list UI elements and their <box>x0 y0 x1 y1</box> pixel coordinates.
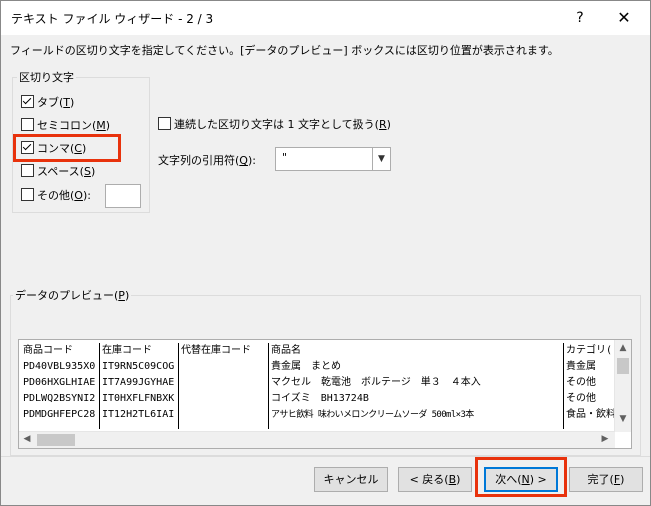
preview-cell: コイズミ BH13724B <box>271 393 369 404</box>
preview-cell: PDMDGHFEPC28 <box>23 409 96 420</box>
preview-cell: マクセル 乾電池 ボルテージ 単３ ４本入 <box>271 377 481 388</box>
next-highlight-box <box>475 457 567 497</box>
text-import-wizard-dialog: テキスト ファイル ウィザード - 2 / 3 ? ✕ フィールドの区切り文字を… <box>0 0 651 506</box>
preview-cell: PD40VBL935X0 <box>23 361 96 372</box>
back-button[interactable]: < 戻る(B) <box>398 467 472 492</box>
chevron-down-icon[interactable]: ▼ <box>372 148 390 170</box>
preview-column: 商品コード PD40VBL935X0 PD06HXGLHIAE PDLWQ2BS… <box>21 343 99 423</box>
preview-cell: 商品名 <box>271 345 301 356</box>
checkbox-box[interactable] <box>21 118 34 131</box>
preview-cell: 商品コード <box>23 345 73 356</box>
checkbox-box[interactable] <box>158 117 171 130</box>
tab-checkbox[interactable]: タブ(T) <box>21 95 74 111</box>
close-icon[interactable]: ✕ <box>609 5 639 31</box>
horizontal-scroll-thumb[interactable] <box>37 434 75 446</box>
horizontal-scrollbar[interactable]: ◀ ▶ <box>19 431 615 448</box>
cancel-button[interactable]: キャンセル <box>314 467 388 492</box>
preview-cell: PD06HXGLHIAE <box>23 377 96 388</box>
preview-column: 商品名 貴金属 まとめ マクセル 乾電池 ボルテージ 単３ ４本入 コイズミ B… <box>269 343 563 423</box>
space-checkbox[interactable]: スペース(S) <box>21 164 95 180</box>
preview-cell: 代替在庫コード <box>181 345 251 356</box>
preview-cell <box>179 391 269 407</box>
data-preview[interactable]: 商品コード PD40VBL935X0 PD06HXGLHIAE PDLWQ2BS… <box>18 339 632 449</box>
title-bar: テキスト ファイル ウィザード - 2 / 3 ? ✕ <box>1 1 650 35</box>
text-qualifier-select[interactable]: " ▼ <box>275 147 391 171</box>
preview-column: 代替在庫コード <box>179 343 269 423</box>
text-qualifier-label: 文字列の引用符(Q): <box>158 154 256 167</box>
other-checkbox[interactable]: その他(O): <box>21 188 91 204</box>
vertical-scroll-thumb[interactable] <box>617 358 629 374</box>
preview-cell: その他 <box>566 377 596 388</box>
preview-cell: 貴金属 まとめ <box>271 361 341 372</box>
preview-cell: 貴金属 <box>566 361 596 372</box>
preview-cell: IT9RN5C09COG <box>102 361 175 372</box>
preview-cell: その他 <box>566 393 596 404</box>
scroll-left-icon[interactable]: ◀ <box>19 434 35 444</box>
preview-cell: アサヒ飲料 味わいメロンクリームソーダ 500ml×3本 <box>271 410 474 420</box>
preview-cell: IT12H2TL6IAI <box>102 409 175 420</box>
comma-highlight-box <box>13 134 121 162</box>
checkbox-box[interactable] <box>21 164 34 177</box>
preview-column: 在庫コード IT9RN5C09COG IT7A99JGYHAE IT0HXFLF… <box>100 343 178 423</box>
scroll-down-icon[interactable]: ▼ <box>615 414 631 424</box>
finish-button[interactable]: 完了(F) <box>569 467 643 492</box>
scroll-up-icon[interactable]: ▲ <box>615 343 631 353</box>
preview-cell <box>179 407 269 423</box>
vertical-scrollbar[interactable]: ▲ ▼ <box>614 340 631 432</box>
preview-cell: 食品・飲料 <box>566 409 614 420</box>
preview-cell: IT0HXFLFNBXK <box>102 393 175 404</box>
window-title: テキスト ファイル ウィザード - 2 / 3 <box>11 12 214 26</box>
preview-legend: データのプレビュー(P) <box>13 287 132 303</box>
preview-cell: IT7A99JGYHAE <box>102 377 175 388</box>
preview-cell: PDLWQ2BSYNI2 <box>23 393 96 404</box>
preview-cell <box>179 359 269 375</box>
other-delimiter-input[interactable] <box>105 184 141 208</box>
instruction-text: フィールドの区切り文字を指定してください。[データのプレビュー] ボックスには区… <box>10 44 559 57</box>
preview-column: カテゴリ( 貴金属 その他 その他 食品・飲料 <box>564 343 614 423</box>
delimiters-legend: 区切り文字 <box>17 69 76 85</box>
preview-cell: カテゴリ( <box>566 345 613 356</box>
checkbox-box[interactable] <box>21 95 34 108</box>
preview-cell: 在庫コード <box>102 345 152 356</box>
semicolon-checkbox[interactable]: セミコロン(M) <box>21 118 110 134</box>
text-qualifier-value: " <box>282 151 288 164</box>
checkbox-box[interactable] <box>21 188 34 201</box>
consecutive-delimiters-checkbox[interactable]: 連続した区切り文字は 1 文字として扱う(R) <box>158 117 391 133</box>
help-icon[interactable]: ? <box>566 5 594 31</box>
scroll-right-icon[interactable]: ▶ <box>597 434 613 444</box>
preview-cell <box>179 375 269 391</box>
